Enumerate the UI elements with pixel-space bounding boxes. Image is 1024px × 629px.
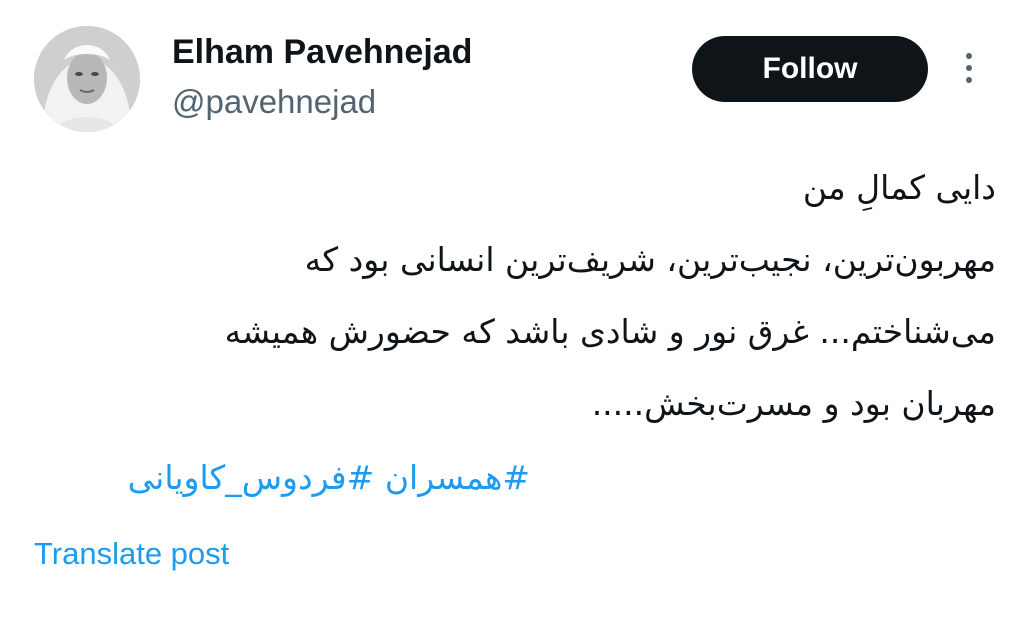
more-vertical-icon[interactable] <box>958 50 980 88</box>
follow-button[interactable]: Follow <box>692 36 928 102</box>
hashtag-link[interactable]: #همسران <box>385 458 530 497</box>
tweet-line: مهربون‌ترین، نجیب‌ترین، شریف‌ترین انسانی… <box>304 240 996 279</box>
author-avatar[interactable] <box>34 26 140 132</box>
translate-post-link[interactable]: Translate post <box>34 532 229 576</box>
tweet-line: مهربان بود و مسرت‌بخش..... <box>591 384 996 423</box>
tweet-line: دایی کمالِ من <box>802 168 996 207</box>
tweet-text: دایی کمالِ من مهربون‌ترین، نجیب‌ترین، شر… <box>30 152 996 440</box>
hashtag-link[interactable]: #فردوس_کاویانی <box>128 458 375 497</box>
hashtag-list: #همسران #فردوس_کاویانی <box>30 442 530 514</box>
tweet-line: می‌شناختم... غرق نور و شادی باشد که حضور… <box>224 312 996 351</box>
author-display-name[interactable]: Elham Pavehnejad <box>172 30 472 74</box>
avatar-portrait-image <box>34 26 140 132</box>
previous-post-remnant <box>0 0 1024 4</box>
author-handle[interactable]: @pavehnejad <box>172 80 376 124</box>
